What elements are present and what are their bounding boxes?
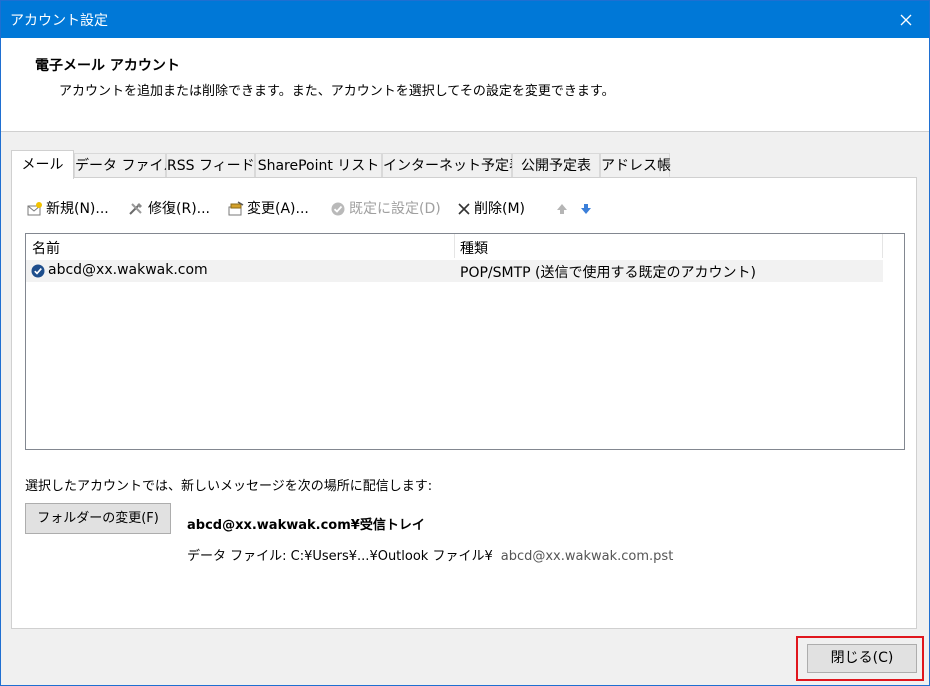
- account-list[interactable]: 名前 種類 abcd@xx.wakwak.com POP/SMTP (送信で使用…: [25, 233, 905, 450]
- data-file-label: データ ファイル: C:¥Users¥...¥Outlook ファイル¥: [187, 549, 493, 564]
- tab-internet-calendars[interactable]: インターネット予定表: [382, 153, 523, 177]
- data-file-path: データ ファイル: C:¥Users¥...¥Outlook ファイル¥ abcd…: [187, 545, 673, 564]
- account-name: abcd@xx.wakwak.com: [48, 262, 208, 278]
- title-bar: アカウント設定: [1, 1, 929, 38]
- tab-address-books[interactable]: アドレス帳: [600, 153, 671, 177]
- header-title: 電子メール アカウント: [35, 58, 180, 74]
- change-account-button[interactable]: 変更(A)...: [228, 199, 309, 219]
- set-default-button[interactable]: 既定に設定(D): [330, 199, 441, 219]
- change-folder-button[interactable]: フォルダーの変更(F): [25, 503, 171, 534]
- account-type: POP/SMTP (送信で使用する既定のアカウント): [460, 265, 756, 281]
- window-title: アカウント設定: [10, 13, 108, 29]
- new-account-button[interactable]: 新規(N)...: [27, 199, 109, 219]
- change-account-label: 変更(A)...: [247, 201, 309, 217]
- column-header-type[interactable]: 種類: [460, 238, 488, 258]
- column-divider[interactable]: [454, 234, 455, 258]
- delete-x-icon: [458, 203, 470, 215]
- header-description: アカウントを追加または削除できます。また、アカウントを選択してその設定を変更でき…: [59, 84, 615, 99]
- tab-mail[interactable]: メール: [11, 150, 74, 179]
- delete-account-label: 削除(M): [474, 201, 526, 217]
- arrow-down-icon: [581, 204, 591, 214]
- set-default-label: 既定に設定(D): [349, 201, 441, 217]
- account-settings-window: アカウント設定 電子メール アカウント アカウントを追加または削除できます。また…: [0, 0, 930, 686]
- tab-sharepoint-lists[interactable]: SharePoint リスト: [255, 153, 382, 177]
- repair-account-button[interactable]: 修復(R)...: [127, 199, 210, 219]
- new-mail-icon: [27, 202, 42, 216]
- new-account-label: 新規(N)...: [46, 201, 109, 217]
- tab-rss-feeds[interactable]: RSS フィード: [166, 153, 255, 177]
- account-row[interactable]: abcd@xx.wakwak.com POP/SMTP (送信で使用する既定のア…: [26, 260, 883, 282]
- tab-data-files[interactable]: データ ファイル: [74, 153, 177, 177]
- arrow-up-icon: [557, 204, 567, 214]
- repair-tools-icon: [129, 203, 142, 215]
- close-button[interactable]: 閉じる(C): [807, 644, 917, 673]
- delivery-location-label: 選択したアカウントでは、新しいメッセージを次の場所に配信します:: [25, 479, 433, 494]
- default-check-icon: [331, 202, 345, 216]
- delete-account-button[interactable]: 削除(M): [457, 199, 525, 219]
- mail-tab-panel: 新規(N)... 修復(R)... 変更(A)... 既定に設定(D) 削除(M…: [11, 177, 917, 629]
- tab-published-calendars[interactable]: 公開予定表: [512, 153, 600, 177]
- default-account-check-icon: [31, 264, 45, 278]
- change-settings-icon: [228, 201, 244, 216]
- delivery-target-folder: abcd@xx.wakwak.com¥受信トレイ: [187, 518, 425, 533]
- close-window-icon[interactable]: [883, 1, 929, 38]
- move-down-button[interactable]: [580, 199, 595, 219]
- header: 電子メール アカウント アカウントを追加または削除できます。また、アカウントを選…: [1, 38, 929, 132]
- column-header-name[interactable]: 名前: [32, 238, 60, 258]
- list-header: 名前 種類: [26, 234, 883, 258]
- move-up-button[interactable]: [556, 199, 571, 219]
- column-divider[interactable]: [882, 234, 883, 258]
- data-file-name: abcd@xx.wakwak.com.pst: [500, 549, 674, 564]
- repair-account-label: 修復(R)...: [148, 201, 211, 217]
